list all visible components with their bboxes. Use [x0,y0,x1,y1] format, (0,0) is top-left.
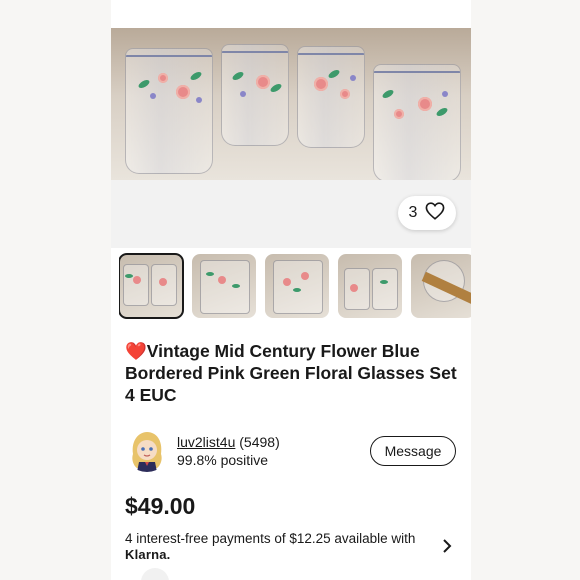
seller-avatar[interactable] [125,428,169,472]
listing-screen: 3 ❤️Vintage Mid Century Flower Blue Bord… [111,0,471,580]
thumbnail-1[interactable] [119,253,184,319]
price: $49.00 [125,493,196,519]
partial-icon [141,568,169,580]
message-button[interactable]: Message [370,436,456,466]
seller-name[interactable]: luv2list4u (5498) [177,434,280,450]
chevron-right-icon[interactable] [441,538,453,559]
glass-illustration [373,64,461,180]
glass-illustration [125,48,213,174]
installments-text: 4 interest-free payments of $12.25 avail… [125,531,416,546]
klarna-logo: Klarna. [125,547,171,562]
seller-username[interactable]: luv2list4u [177,434,235,450]
thumbnail-strip [119,252,471,320]
installments-info[interactable]: 4 interest-free payments of $12.25 avail… [125,531,425,563]
seller-card: luv2list4u (5498) 99.8% positive Message [125,428,465,474]
seller-feedback: 99.8% positive [177,452,269,468]
thumbnail-4[interactable] [338,254,402,318]
seller-rating-count: (5498) [239,434,280,450]
glass-illustration [221,44,289,146]
like-count: 3 [408,204,418,221]
glass-illustration [297,46,365,148]
heart-icon [425,201,445,225]
watch-button[interactable]: 3 [398,196,456,230]
thumbnail-3[interactable] [265,254,329,318]
thumbnail-2[interactable] [192,254,256,318]
thumbnail-5[interactable] [411,254,471,318]
listing-title: ❤️Vintage Mid Century Flower Blue Border… [125,341,457,405]
main-product-image[interactable] [111,28,471,180]
